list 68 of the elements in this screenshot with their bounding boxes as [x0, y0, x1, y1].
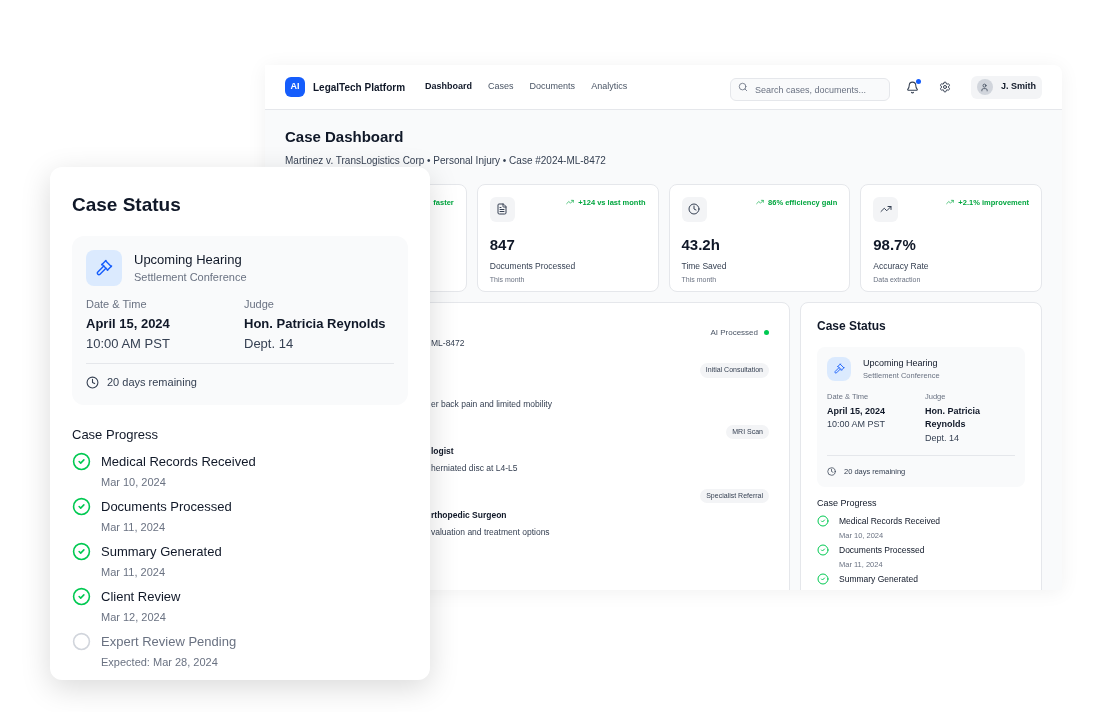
panel-title: Case Status	[72, 193, 182, 217]
search-icon	[738, 81, 748, 92]
brand-name: LegalTech Platform	[313, 80, 406, 95]
step-label: Medical Records Received	[839, 514, 941, 528]
event-title: logist	[431, 445, 455, 458]
gavel-icon	[827, 356, 851, 381]
trend-up-icon	[946, 198, 955, 207]
search-field[interactable]: Search cases, documents...	[730, 78, 890, 101]
event-description: valuation and treatment options	[431, 525, 551, 539]
stat-label: Accuracy Rate	[873, 260, 930, 273]
gavel-icon	[86, 249, 122, 286]
nav-link[interactable]: Cases	[488, 80, 514, 94]
hearing-time: 10:00 AM PST	[86, 334, 171, 353]
stat-icon	[681, 196, 707, 222]
step-label: Summary Generated	[839, 572, 918, 586]
field-label: Judge	[244, 296, 275, 312]
trend-up-icon	[756, 198, 765, 207]
hearing-title: Upcoming Hearing	[863, 356, 939, 370]
nav-link[interactable]: Documents	[529, 80, 576, 94]
avatar-icon	[977, 79, 993, 95]
event-description: er back pain and limited mobility	[431, 397, 553, 411]
page-title: Case Dashboard	[285, 127, 405, 147]
step-label: Client Review	[101, 588, 181, 606]
clock-icon	[827, 467, 836, 477]
stat-value: 43.2h	[681, 234, 721, 255]
hearing-date: April 15, 2024	[827, 404, 887, 418]
stat-icon	[873, 196, 899, 222]
stat-label: Documents Processed	[489, 260, 577, 273]
department: Dept. 14	[244, 334, 295, 353]
nav-link[interactable]: Dashboard	[425, 80, 473, 94]
settings-button[interactable]	[939, 81, 951, 93]
section-title: Case Progress	[72, 425, 159, 444]
user-menu[interactable]: J. Smith	[971, 75, 1042, 99]
step-date: Mar 11, 2024	[101, 564, 166, 580]
step-label: Medical Records Received	[101, 453, 256, 471]
case-reference: ML-8472	[431, 336, 466, 350]
trend-up-icon	[566, 198, 575, 207]
step-date: Expected: Mar 28, 2024	[101, 654, 219, 670]
logo-badge: AI	[285, 77, 305, 97]
section-title: Case Progress	[817, 497, 878, 511]
panel-title: Case Status	[817, 317, 887, 335]
hearing-time: 10:00 AM PST	[827, 418, 887, 431]
clock-icon	[86, 375, 99, 389]
nav-link[interactable]: Analytics	[591, 80, 628, 94]
stat-icon	[489, 196, 515, 222]
step-label: Documents Processed	[839, 543, 925, 557]
step-date: Mar 12, 2024	[101, 609, 167, 625]
event-description: herniated disc at L4-L5	[431, 461, 519, 475]
hearing-date: April 15, 2024	[86, 315, 171, 333]
hearing-type: Settlement Conference	[134, 270, 247, 285]
stat-value: 847	[489, 234, 516, 255]
stat-value: 98.7%	[873, 234, 917, 255]
days-remaining: 20 days remaining	[107, 375, 197, 390]
step-label: Summary Generated	[101, 543, 222, 561]
processing-status: AI Processed	[710, 326, 758, 339]
stat-label: Time Saved	[681, 260, 728, 273]
step-date: Mar 10, 2024	[101, 474, 167, 490]
step-label: Documents Processed	[101, 498, 232, 516]
field-label: Date & Time	[86, 296, 148, 312]
case-subtitle: Martinez v. TransLogistics Corp • Personal Injury • Case #2024-ML-8472	[285, 153, 607, 168]
event-title: rthopedic Surgeon	[431, 509, 508, 522]
notifications-button[interactable]	[906, 80, 919, 94]
step-label: Expert Review Pending	[101, 633, 237, 651]
department: Dept. 14	[925, 431, 961, 445]
judge-name: Hon. Patricia Reynolds	[925, 404, 981, 431]
step-date: Mar 11, 2024	[101, 519, 166, 535]
judge-name: Hon. Patricia Reynolds	[244, 315, 387, 333]
hearing-title: Upcoming Hearing	[134, 250, 243, 269]
